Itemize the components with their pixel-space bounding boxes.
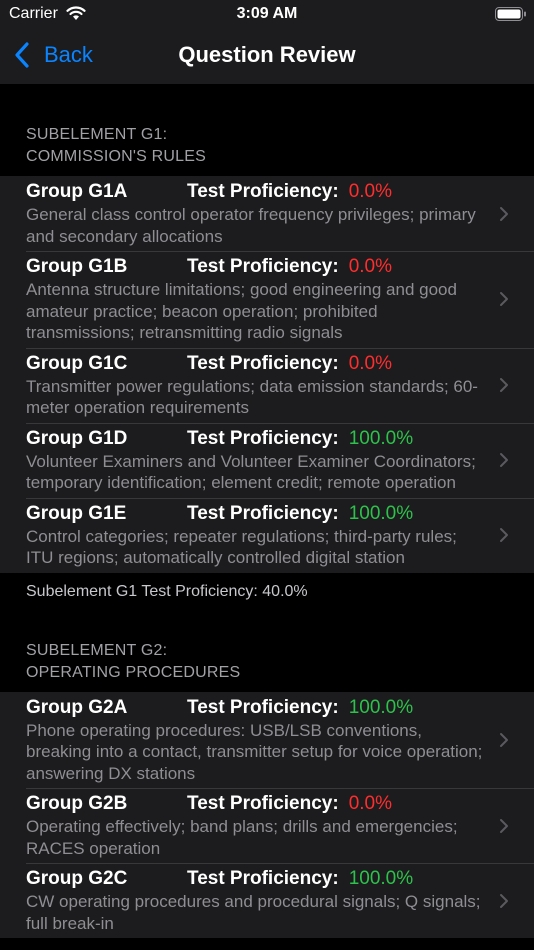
group-description: CW operating procedures and procedural s…	[26, 892, 481, 933]
status-time: 3:09 AM	[236, 5, 298, 22]
proficiency-label: Test Proficiency:	[187, 868, 339, 889]
group-name: Group G1B	[26, 256, 128, 277]
group-row-g1b[interactable]: Group G1B Test Proficiency: 0.0% Antenna…	[0, 251, 534, 348]
section-header-line1: SUBELEMENT G2:	[26, 641, 168, 659]
battery-icon	[495, 7, 526, 21]
group-row-g2b[interactable]: Group G2B Test Proficiency: 0.0% Operati…	[0, 788, 534, 863]
proficiency-value: 0.0%	[348, 256, 393, 277]
group-row-g1d[interactable]: Group G1D Test Proficiency: 100.0% Volun…	[0, 422, 534, 498]
subelement-proficiency-summary: Subelement G1 Test Proficiency: 40.0%	[26, 582, 308, 600]
proficiency-value: 100.0%	[348, 696, 414, 718]
chevron-right-icon	[500, 453, 508, 467]
group-row-g1c[interactable]: Group G1C Test Proficiency: 0.0% Transmi…	[0, 347, 534, 423]
proficiency-value: 100.0%	[348, 427, 414, 449]
group-name: Group G1E	[26, 502, 127, 524]
group-description: Operating effectively; band plans; drill…	[26, 817, 458, 858]
proficiency-label: Test Proficiency:	[187, 696, 339, 718]
group-name: Group G1C	[26, 352, 128, 374]
section-g1: SUBELEMENT G1: COMMISSION'S RULES Group …	[0, 84, 534, 603]
proficiency-value: 0.0%	[348, 793, 393, 814]
chevron-right-icon	[500, 528, 508, 542]
group-name: Group G1A	[26, 181, 128, 202]
group-row-g1e[interactable]: Group G1E Test Proficiency: 100.0% Contr…	[0, 497, 534, 573]
navigation-bar: Back Question Review	[0, 30, 534, 84]
group-description: General class control operator frequency…	[26, 205, 476, 246]
group-row-g2c[interactable]: Group G2C Test Proficiency: 100.0% CW op…	[0, 863, 534, 938]
chevron-right-icon	[500, 732, 508, 747]
group-description: Control categories; repeater regulations…	[26, 526, 457, 568]
section-header: SUBELEMENT G2: OPERATING PROCEDURES	[0, 603, 534, 692]
section-header-line2: OPERATING PROCEDURES	[26, 663, 241, 681]
proficiency-label: Test Proficiency:	[187, 793, 339, 814]
page-title: Question Review	[178, 42, 356, 67]
group-description: Phone operating procedures: USB/LSB conv…	[26, 720, 483, 783]
chevron-right-icon	[500, 818, 508, 833]
proficiency-value: 100.0%	[348, 868, 414, 889]
group-name: Group G1D	[26, 427, 128, 449]
proficiency-label: Test Proficiency:	[187, 427, 339, 449]
proficiency-value: 100.0%	[348, 502, 414, 524]
proficiency-label: Test Proficiency:	[187, 352, 339, 374]
group-description: Antenna structure limitations; good engi…	[26, 280, 457, 342]
status-bar: Carrier 3:09 AM	[0, 0, 534, 30]
group-row-g2a[interactable]: Group G2A Test Proficiency: 100.0% Phone…	[0, 691, 534, 788]
section-g2: SUBELEMENT G2: OPERATING PROCEDURES Grou…	[0, 603, 534, 938]
group-name: Group G2B	[26, 793, 128, 814]
group-name: Group G2A	[26, 696, 128, 718]
group-description: Volunteer Examiners and Volunteer Examin…	[26, 451, 476, 493]
chevron-right-icon	[500, 378, 508, 392]
proficiency-label: Test Proficiency:	[187, 181, 339, 202]
proficiency-label: Test Proficiency:	[187, 502, 339, 524]
section-header-line1: SUBELEMENT G1:	[26, 126, 168, 143]
group-name: Group G2C	[26, 868, 128, 889]
group-description: Transmitter power regulations; data emis…	[26, 376, 478, 418]
section-header-line2: COMMISSION'S RULES	[26, 148, 207, 165]
proficiency-value: 0.0%	[348, 352, 393, 374]
question-review-list[interactable]: SUBELEMENT G1: COMMISSION'S RULES Group …	[0, 84, 534, 938]
section-header: SUBELEMENT G1: COMMISSION'S RULES	[0, 84, 534, 176]
chevron-right-icon	[500, 292, 508, 307]
proficiency-value: 0.0%	[348, 181, 393, 202]
group-row-g1a[interactable]: Group G1A Test Proficiency: 0.0% General…	[0, 176, 534, 251]
chevron-right-icon	[500, 206, 508, 221]
chevron-right-icon	[500, 893, 508, 908]
proficiency-label: Test Proficiency:	[187, 256, 339, 277]
